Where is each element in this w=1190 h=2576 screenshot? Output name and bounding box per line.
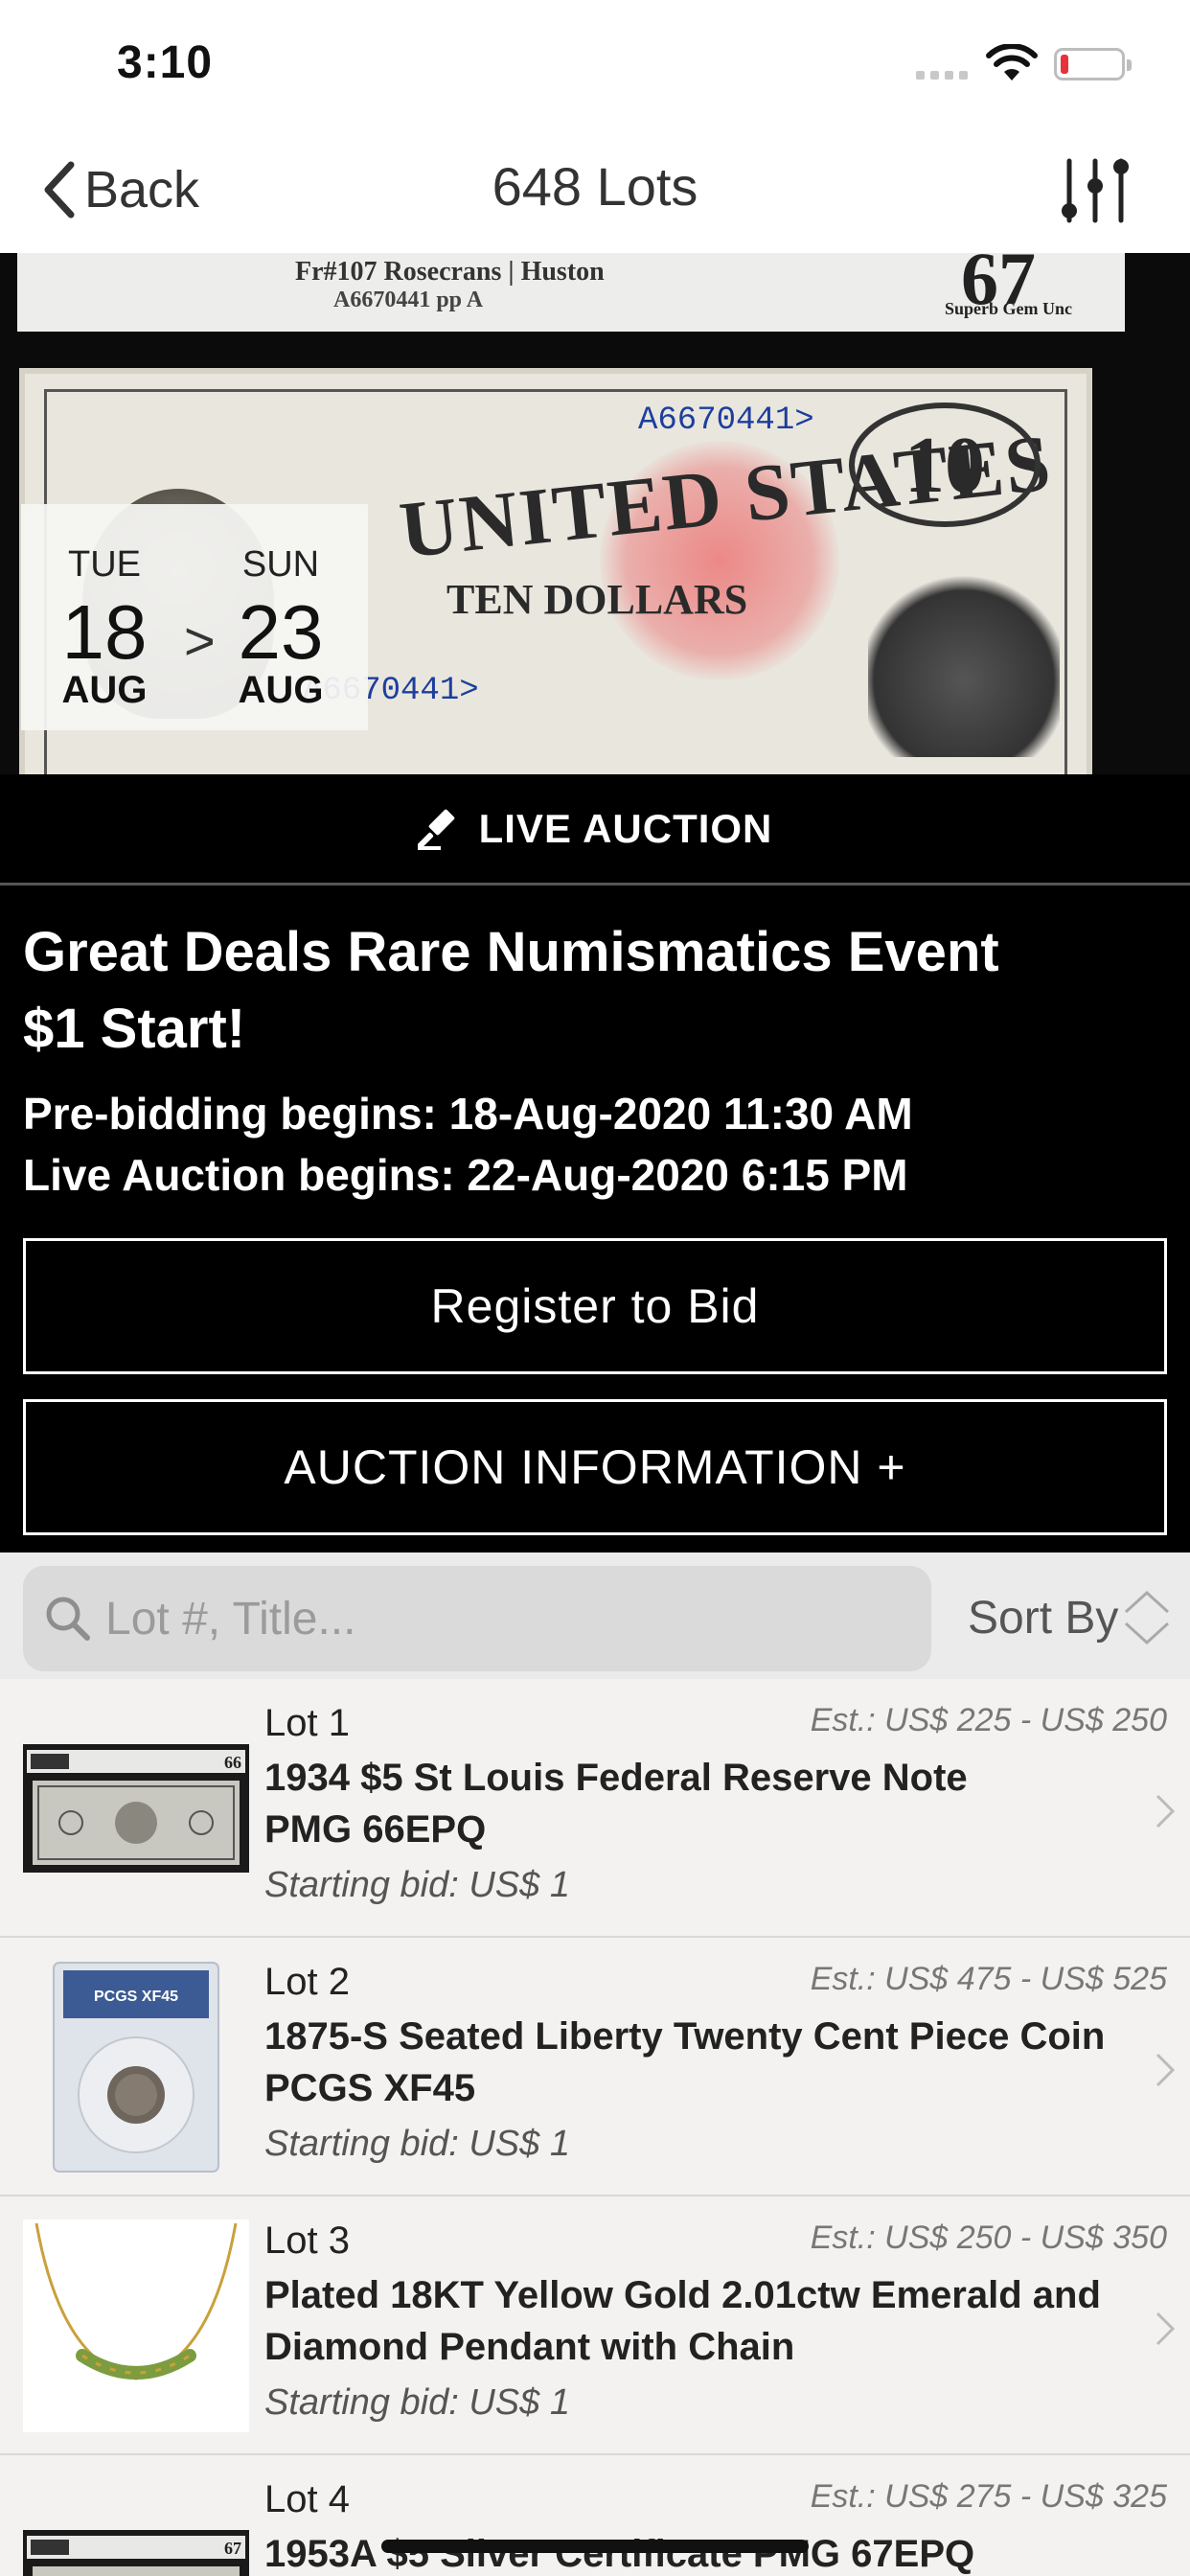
event-title-line2: $1 Start! [23, 998, 246, 1060]
lot-title: Plated 18KT Yellow Gold 2.01ctw Emerald … [264, 2269, 1127, 2373]
cellular-signal-icon [916, 71, 968, 80]
end-date: 23 [238, 589, 324, 675]
necklace-thumbnail-icon [34, 2222, 238, 2380]
live-auction-date: Live Auction begins: 22-Aug-2020 6:15 PM [23, 1150, 908, 1200]
auction-info-panel: LIVE AUCTION Great Deals Rare Numismatic… [0, 774, 1190, 1552]
lot-number: Lot 3 [264, 2220, 350, 2262]
end-month: AUG [238, 669, 324, 711]
sort-chevrons-icon [1125, 1590, 1170, 1645]
thumb-grade: 67 [224, 2539, 241, 2558]
lot-title-line2: PMG 66EPQ [264, 1808, 487, 1851]
bill-denomination-badge: 10 [849, 402, 1041, 527]
event-title: Great Deals Rare Numismatics Event $1 St… [23, 914, 1163, 1068]
lot-thumbnail: 67 [23, 2530, 249, 2576]
start-month: AUG [61, 669, 148, 711]
search-sort-bar: Sort By [0, 1552, 1190, 1679]
search-field[interactable] [23, 1566, 931, 1671]
bill-denomination-text: TEN DOLLARS [446, 576, 748, 623]
chevron-right-icon [1156, 2312, 1176, 2346]
lot-estimate: Est.: US$ 225 - US$ 250 [810, 1702, 1167, 1738]
pmg-slab-label: Fr#107 Rosecrans | Huston A6670441 pp A … [17, 253, 1125, 332]
filter-sliders-icon[interactable] [1060, 153, 1131, 226]
start-day: TUE [68, 544, 141, 585]
lot-title: 1934 $5 St Louis Federal Reserve Note PM… [264, 1752, 1127, 1855]
prebidding-date: Pre-bidding begins: 18-Aug-2020 11:30 AM [23, 1089, 913, 1138]
start-date: 18 [61, 589, 148, 675]
battery-icon [1054, 48, 1132, 80]
auction-information-button[interactable]: AUCTION INFORMATION + [23, 1399, 1167, 1535]
lot-thumbnail [23, 2220, 249, 2432]
nav-bar: 648 Lots Back [0, 126, 1190, 253]
banknote-thumbnail-icon: 66 [23, 1744, 249, 1873]
search-input[interactable] [105, 1592, 910, 1645]
thumb-grade: PCGS XF45 [94, 1989, 178, 2005]
lot-number: Lot 2 [264, 1961, 350, 2003]
lot-list: 66 Lot 1 Est.: US$ 225 - US$ 250 1934 $5… [0, 1679, 1190, 2576]
lot-estimate: Est.: US$ 250 - US$ 350 [810, 2220, 1167, 2256]
live-auction-label: LIVE AUCTION [478, 805, 773, 851]
bill-serial-top: A6670441> [638, 402, 814, 439]
gavel-icon [417, 809, 454, 850]
lot-thumbnail: 66 [23, 1733, 249, 1886]
slab-serial-text: A6670441 pp A [333, 288, 484, 312]
slab-grade-label: Superb Gem Unc [945, 299, 1073, 318]
auction-hero-image[interactable]: Fr#107 Rosecrans | Huston A6670441 pp A … [0, 253, 1190, 774]
lot-row[interactable]: Lot 3 Est.: US$ 250 - US$ 350 Plated 18K… [0, 2196, 1190, 2455]
chevron-right-icon [1156, 2053, 1176, 2087]
lot-title-line2: Diamond Pendant with Chain [264, 2326, 795, 2368]
lot-row[interactable]: 67 Lot 4 Est.: US$ 275 - US$ 325 1953A $… [0, 2455, 1190, 2576]
lot-title-line1: 1934 $5 St Louis Federal Reserve Note [264, 1757, 968, 1799]
lot-starting-bid: Starting bid: US$ 1 [264, 1865, 570, 1905]
sort-by-button[interactable]: Sort By [968, 1579, 1172, 1656]
chevron-left-icon [44, 161, 75, 218]
event-dates: Pre-bidding begins: 18-Aug-2020 11:30 AM… [23, 1083, 913, 1206]
lot-title: 1875-S Seated Liberty Twenty Cent Piece … [264, 2011, 1127, 2114]
lot-estimate: Est.: US$ 275 - US$ 325 [810, 2478, 1167, 2515]
date-separator: > [184, 610, 216, 671]
date-range-badge: TUE 18 AUG > SUN 23 AUG [21, 504, 368, 730]
lot-starting-bid: Starting bid: US$ 1 [264, 2382, 570, 2423]
bill-vignette [868, 565, 1060, 757]
search-icon [46, 1597, 90, 1641]
banknote-thumbnail-icon: 67 [23, 2530, 249, 2576]
lot-row[interactable]: 66 Lot 1 Est.: US$ 225 - US$ 250 1934 $5… [0, 1679, 1190, 1938]
lot-estimate: Est.: US$ 475 - US$ 525 [810, 1961, 1167, 1997]
chevron-right-icon [1156, 1794, 1176, 1828]
live-auction-bar: LIVE AUCTION [0, 774, 1190, 886]
wifi-icon [986, 44, 1038, 80]
thumb-grade: 66 [224, 1753, 241, 1772]
back-label: Back [84, 161, 200, 218]
lot-title-line1: 1875-S Seated Liberty Twenty Cent Piece … [264, 2015, 1106, 2058]
register-to-bid-button[interactable]: Register to Bid [23, 1238, 1167, 1374]
lot-title-line2: PCGS XF45 [264, 2067, 476, 2109]
sort-by-label: Sort By [968, 1592, 1119, 1644]
status-time: 3:10 [117, 37, 214, 88]
lot-thumbnail: PCGS XF45 [23, 1961, 249, 2174]
coin-slab-thumbnail-icon: PCGS XF45 [53, 1962, 219, 2173]
lot-row[interactable]: PCGS XF45 Lot 2 Est.: US$ 475 - US$ 525 … [0, 1938, 1190, 2196]
lot-title-line1: Plated 18KT Yellow Gold 2.01ctw Emerald … [264, 2274, 1101, 2316]
lot-number: Lot 1 [264, 1702, 350, 1744]
lot-starting-bid: Starting bid: US$ 1 [264, 2124, 570, 2164]
status-bar: 3:10 [0, 0, 1190, 126]
end-day: SUN [241, 544, 320, 585]
home-indicator[interactable] [381, 2540, 809, 2553]
lot-number: Lot 4 [264, 2478, 350, 2520]
back-button[interactable]: Back [38, 155, 199, 224]
event-title-line1: Great Deals Rare Numismatics Event [23, 921, 999, 983]
slab-text: Fr#107 Rosecrans | Huston [295, 257, 605, 287]
